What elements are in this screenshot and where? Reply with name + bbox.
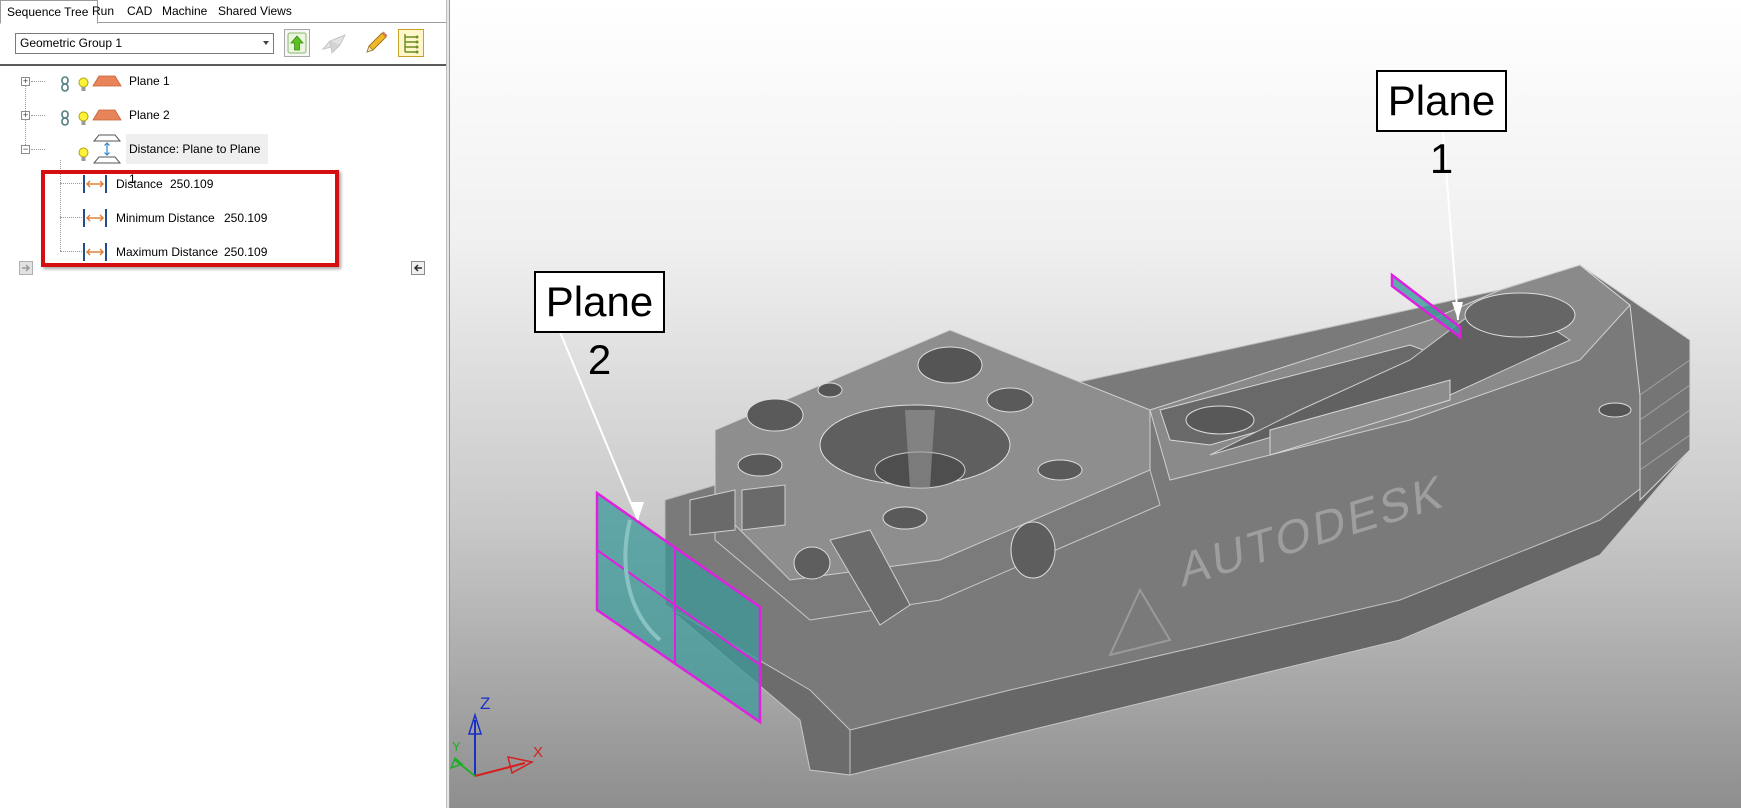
- tab-shared-views[interactable]: Shared Views: [212, 2, 298, 21]
- lightbulb-icon: [78, 147, 89, 161]
- plane-icon: [92, 109, 122, 121]
- tree-item-label: Plane 1: [129, 74, 170, 88]
- plane-icon: [92, 75, 122, 87]
- tree-item-plane-2[interactable]: Plane 2: [60, 102, 260, 128]
- up-arrow-icon: [287, 32, 307, 54]
- lightbulb-icon: [78, 111, 89, 125]
- tab-run[interactable]: Run: [86, 2, 120, 21]
- tree-item-distance-planes[interactable]: Distance: Plane to Plane 1: [78, 132, 268, 186]
- tab-machine[interactable]: Machine: [156, 2, 213, 21]
- tree-item-plane-1[interactable]: Plane 1: [60, 68, 260, 94]
- sequence-panel: Sequence Tree Run CAD Machine Shared Vie…: [0, 0, 446, 808]
- tree-options-button[interactable]: [398, 29, 424, 57]
- tree-item-label: Distance: Plane to Plane 1: [126, 134, 268, 186]
- tab-sequence-tree[interactable]: Sequence Tree: [0, 0, 98, 24]
- collapse-panel-button[interactable]: [411, 261, 425, 275]
- arrow-left-icon: [411, 261, 425, 275]
- axis-y-label: Y: [452, 739, 461, 754]
- edit-button[interactable]: [362, 29, 388, 57]
- expand-panel-button[interactable]: [19, 261, 33, 275]
- part-model: [450, 130, 1691, 777]
- pencil-icon: [366, 31, 388, 53]
- surface-icon: [321, 34, 347, 55]
- group-select[interactable]: Geometric Group 1: [15, 33, 274, 54]
- collapse-toggle[interactable]: −: [21, 145, 30, 154]
- arrow-right-icon: [19, 261, 33, 275]
- tree-list-icon: [404, 34, 419, 54]
- callout-plane-2: Plane 2: [534, 271, 665, 383]
- lightbulb-icon: [78, 77, 89, 91]
- surface-button[interactable]: [320, 29, 347, 57]
- move-up-button[interactable]: [284, 29, 310, 57]
- tree-item-label: Plane 2: [129, 108, 170, 122]
- chevron-down-icon: [263, 41, 269, 45]
- callout-plane-1: Plane 1: [1376, 70, 1507, 182]
- expand-toggle[interactable]: +: [21, 111, 30, 120]
- link-icon: [61, 76, 69, 92]
- tab-cad[interactable]: CAD: [121, 2, 158, 21]
- toolbar: Geometric Group 1: [0, 22, 446, 66]
- tab-bar: Sequence Tree Run CAD Machine Shared Vie…: [0, 0, 446, 24]
- 3d-viewport[interactable]: AUTODESK Plane 1 Plane 2 Z X Y: [450, 0, 1741, 808]
- axis-x-label: X: [533, 744, 544, 761]
- distance-planes-icon: [92, 134, 122, 164]
- expand-toggle[interactable]: +: [21, 77, 30, 86]
- group-select-value: Geometric Group 1: [20, 36, 123, 50]
- distance-results-highlight: [41, 170, 339, 267]
- link-icon: [61, 110, 69, 126]
- axis-z-label: Z: [480, 694, 491, 713]
